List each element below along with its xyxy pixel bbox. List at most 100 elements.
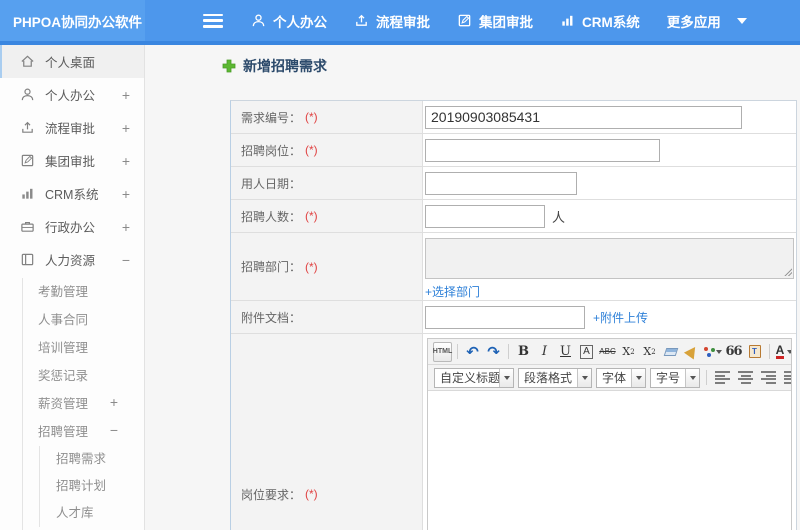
sidebar-item-label: 薪资管理 [38, 396, 89, 411]
required-mark: (*) [305, 110, 318, 124]
palette-icon [703, 346, 715, 358]
sidebar-item-hr[interactable]: 人力资源 − [0, 243, 144, 276]
sidebar-item-label: 招聘管理 [38, 424, 89, 439]
underline-button[interactable]: U [556, 342, 575, 362]
sidebar-subitem-rewards[interactable]: 奖惩记录 [0, 360, 144, 388]
select-department-link[interactable]: +选择部门 [425, 285, 480, 299]
sidebar-subitem-attendance[interactable]: 考勤管理 [0, 276, 144, 304]
align-right-button[interactable] [761, 371, 777, 384]
nav-more-apps[interactable]: 更多应用 [667, 11, 747, 31]
page-title-text: 新增招聘需求 [243, 58, 327, 74]
color-palette-button[interactable] [703, 342, 722, 362]
field-label: 附件文档： [241, 310, 302, 325]
workflow-icon [356, 14, 367, 26]
remove-format-button[interactable] [661, 342, 680, 362]
sidebar-subsubitem-recruit-plan[interactable]: 招聘计划 [0, 471, 144, 498]
font-family-select[interactable]: 字体 [596, 367, 647, 388]
sidebar-item-desktop[interactable]: 个人桌面 [0, 45, 144, 78]
sidebar-subitem-salary[interactable]: 薪资管理 + [0, 388, 144, 416]
menu-toggle-icon[interactable] [203, 13, 223, 28]
headcount-unit: 人 [552, 209, 566, 225]
blockquote-button[interactable]: 66 [724, 342, 743, 362]
align-center-button[interactable] [738, 371, 754, 384]
align-justify-button[interactable] [784, 371, 791, 384]
brush-icon [683, 343, 700, 360]
form-row-hire-date: 用人日期： [231, 167, 796, 200]
sidebar-item-label: 招聘计划 [56, 479, 107, 493]
sidebar-item-label: 考勤管理 [38, 284, 89, 299]
sidebar-subitem-recruitment[interactable]: 招聘管理 − [0, 416, 144, 444]
nav-workflow-approval[interactable]: 流程审批 [354, 11, 430, 31]
sidebar-subsubitem-recruit-request[interactable]: 招聘需求 [0, 444, 144, 471]
field-label: 岗位要求： [241, 487, 302, 502]
sidebar-item-label: 流程审批 [45, 122, 96, 136]
sidebar-item-label: 招聘需求 [56, 452, 107, 466]
attachment-upload-link[interactable]: +附件上传 [593, 309, 648, 326]
paste-button[interactable]: T [745, 342, 764, 362]
toolbar-separator [706, 370, 708, 385]
sidebar: 个人桌面 个人办公 + 流程审批 + 集团审批 + CRM系统 + 行政办公 + [0, 45, 145, 530]
department-textarea-wrap [425, 238, 794, 279]
toolbar-separator [457, 344, 458, 359]
format-brush-button[interactable] [682, 342, 701, 362]
user-icon [252, 14, 265, 27]
expand-toggle[interactable]: + [122, 186, 130, 202]
app-logo: PHPOA协同办公软件 [0, 0, 145, 41]
sidebar-item-label: 培训管理 [38, 340, 89, 355]
caret-down-icon [787, 349, 791, 354]
expand-toggle[interactable]: + [122, 87, 130, 103]
expand-toggle[interactable]: + [110, 394, 118, 410]
sidebar-item-group-approval[interactable]: 集团审批 + [0, 144, 144, 177]
sidebar-item-label: 人事合同 [38, 312, 89, 327]
field-label: 招聘岗位： [241, 143, 302, 158]
form-row-request-no: 需求编号： (*) [231, 101, 796, 134]
paragraph-format-select[interactable]: 段落格式 [518, 367, 593, 388]
sidebar-item-label: 行政办公 [45, 221, 96, 235]
request-no-input[interactable] [425, 105, 742, 129]
sidebar-item-label: 奖惩记录 [38, 368, 89, 383]
department-textarea[interactable] [425, 238, 794, 279]
sidebar-item-personal-office[interactable]: 个人办公 + [0, 78, 144, 111]
attachment-input[interactable] [425, 305, 585, 329]
italic-button[interactable]: I [535, 342, 554, 362]
nav-crm-system[interactable]: CRM系统 [560, 11, 640, 31]
sidebar-item-crm[interactable]: CRM系统 + [0, 177, 144, 210]
caret-down-icon [635, 375, 642, 380]
headcount-input[interactable] [425, 204, 545, 228]
sidebar-item-workflow-approval[interactable]: 流程审批 + [0, 111, 144, 144]
bold-button[interactable]: B [514, 342, 533, 362]
nav-personal-office[interactable]: 个人办公 [251, 11, 327, 31]
strikethrough-button[interactable]: ABC [598, 342, 617, 362]
form-row-requirements: 岗位要求： (*) HTML ↶ ↷ B I U A ABC X 2 X 2 6… [231, 334, 796, 530]
clipboard-icon: T [748, 345, 761, 358]
expand-toggle[interactable]: + [122, 120, 130, 136]
nav-group-approval[interactable]: 集团审批 [457, 11, 533, 31]
recruitment-request-form: 需求编号： (*) 招聘岗位： (*) 用人日期： [230, 100, 797, 530]
sidebar-item-admin-office[interactable]: 行政办公 + [0, 210, 144, 243]
editor-toolbar-row1: HTML ↶ ↷ B I U A ABC X2 X2 66 T A [428, 339, 791, 365]
editor-content-area[interactable] [428, 391, 791, 530]
heading-select[interactable]: 自定义标题 [434, 367, 514, 388]
font-color-button[interactable]: A [775, 342, 791, 362]
workflow-icon [22, 121, 33, 133]
form-row-headcount: 招聘人数： (*) 人 [231, 200, 796, 233]
redo-button[interactable]: ↷ [484, 342, 503, 362]
sidebar-subsubitem-talent-pool[interactable]: 人才库 [0, 498, 144, 525]
expand-toggle[interactable]: + [122, 153, 130, 169]
field-label: 需求编号： [241, 110, 302, 125]
sidebar-item-label: 人力资源 [45, 254, 96, 268]
html-source-button[interactable]: HTML [433, 341, 452, 362]
hire-date-input[interactable] [425, 171, 577, 195]
sidebar-subitem-personnel-contract[interactable]: 人事合同 [0, 304, 144, 332]
collapse-toggle[interactable]: − [110, 422, 118, 438]
collapse-toggle[interactable]: − [122, 252, 130, 268]
subscript-button[interactable]: X2 [640, 342, 659, 362]
expand-toggle[interactable]: + [122, 219, 130, 235]
font-size-select[interactable]: 字号 [650, 367, 701, 388]
align-left-button[interactable] [715, 371, 731, 384]
undo-button[interactable]: ↶ [463, 342, 482, 362]
position-input[interactable] [425, 138, 660, 162]
superscript-button[interactable]: X2 [619, 342, 638, 362]
sidebar-subitem-training[interactable]: 培训管理 [0, 332, 144, 360]
text-style-button[interactable]: A [580, 344, 593, 359]
